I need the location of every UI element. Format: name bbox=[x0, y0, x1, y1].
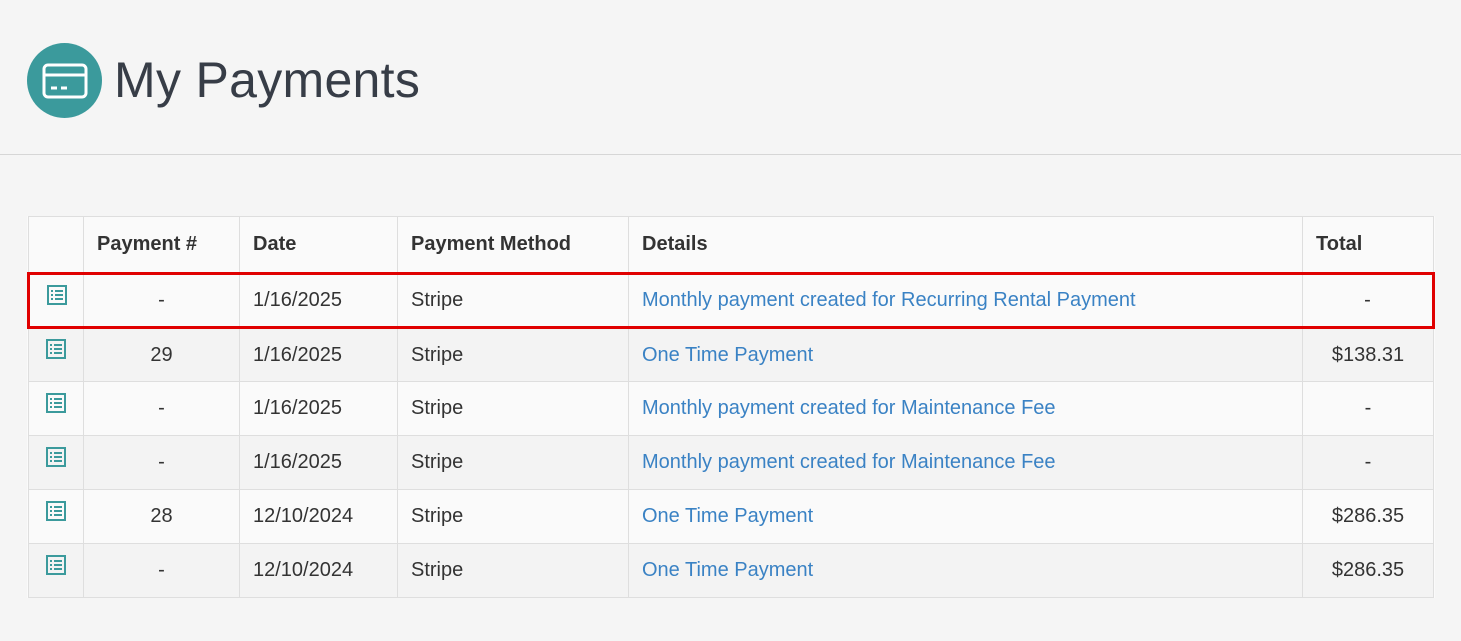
payment-number-cell: - bbox=[83, 543, 240, 598]
payment-method-cell: Stripe bbox=[397, 327, 629, 382]
details-link[interactable]: Monthly payment created for Maintenance … bbox=[642, 397, 1056, 419]
payment-number-cell: - bbox=[83, 435, 240, 490]
total-cell: - bbox=[1302, 272, 1435, 329]
details-cell: Monthly payment created for Maintenance … bbox=[628, 435, 1303, 490]
date-cell: 12/10/2024 bbox=[239, 489, 398, 544]
payment-method-cell: Stripe bbox=[397, 489, 629, 544]
column-header-payment-number: Payment # bbox=[83, 216, 240, 274]
payment-number-cell: - bbox=[83, 381, 240, 436]
date-cell: 1/16/2025 bbox=[239, 327, 398, 382]
table-row: -1/16/2025 Stripe Monthly payment created … bbox=[27, 272, 1435, 329]
total-cell: $286.35 bbox=[1302, 543, 1434, 598]
date-cell: 1/16/2025 bbox=[239, 435, 398, 490]
date-cell: 1/16/2025 bbox=[239, 381, 398, 436]
row-details-cell[interactable] bbox=[28, 543, 84, 598]
row-details-cell[interactable] bbox=[28, 489, 84, 544]
details-link[interactable]: One Time Payment bbox=[642, 559, 813, 581]
details-link[interactable]: Monthly payment created for Recurring Re… bbox=[642, 289, 1136, 311]
list-details-icon[interactable] bbox=[46, 500, 66, 527]
table-row: 28 12/10/2024 Stripe One Time Payment $286.3… bbox=[28, 489, 1434, 544]
payments-table: Payment # Date Payment Method Details To… bbox=[27, 216, 1435, 598]
row-details-cell[interactable] bbox=[28, 435, 84, 490]
column-header-details: Details bbox=[628, 216, 1303, 274]
table-row: 29 1/16/2025 Stripe One Time Payment $138.31 bbox=[28, 327, 1434, 382]
row-details-cell[interactable] bbox=[28, 327, 84, 382]
page-header: My Payments bbox=[0, 0, 1461, 155]
details-link[interactable]: One Time Payment bbox=[642, 505, 813, 527]
list-details-icon[interactable] bbox=[46, 554, 66, 581]
row-details-cell[interactable] bbox=[28, 381, 84, 436]
details-cell: Monthly payment created for Maintenance … bbox=[628, 381, 1303, 436]
total-cell: $138.31 bbox=[1302, 327, 1434, 382]
table-row: -12/10/2024 Stripe One Time Payment $286.35 bbox=[28, 543, 1434, 598]
column-header-icon bbox=[28, 216, 84, 274]
details-cell: One Time Payment bbox=[628, 327, 1303, 382]
details-link[interactable]: One Time Payment bbox=[642, 344, 813, 366]
total-cell: $286.35 bbox=[1302, 489, 1434, 544]
payment-number-cell: 29 bbox=[83, 327, 240, 382]
payment-method-cell: Stripe bbox=[397, 381, 629, 436]
list-details-icon[interactable] bbox=[46, 339, 66, 365]
page-title: My Payments bbox=[114, 52, 421, 108]
list-details-icon[interactable] bbox=[46, 446, 66, 473]
column-header-date: Date bbox=[239, 216, 398, 274]
column-header-total: Total bbox=[1302, 216, 1434, 274]
payment-method-cell: Stripe bbox=[397, 272, 629, 329]
row-details-cell[interactable] bbox=[27, 272, 84, 329]
details-cell: Monthly payment created for Recurring Re… bbox=[628, 272, 1303, 329]
payment-number-cell: - bbox=[83, 272, 240, 329]
list-details-icon[interactable] bbox=[46, 284, 67, 311]
credit-card-icon bbox=[27, 43, 102, 118]
table-row: -1/16/2025 Stripe Monthly payment created … bbox=[28, 381, 1434, 436]
details-cell: One Time Payment bbox=[628, 489, 1303, 544]
table-header-row: Payment # Date Payment Method Details To… bbox=[28, 216, 1434, 274]
total-cell: - bbox=[1302, 435, 1434, 490]
details-link[interactable]: Monthly payment created for Maintenance … bbox=[642, 451, 1056, 473]
list-details-icon[interactable] bbox=[46, 392, 66, 419]
details-cell: One Time Payment bbox=[628, 543, 1303, 598]
table-row: -1/16/2025 Stripe Monthly payment created … bbox=[28, 435, 1434, 490]
date-cell: 1/16/2025 bbox=[239, 272, 398, 329]
column-header-payment-method: Payment Method bbox=[397, 216, 629, 274]
date-cell: 12/10/2024 bbox=[239, 543, 398, 598]
payment-method-cell: Stripe bbox=[397, 435, 629, 490]
total-cell: - bbox=[1302, 381, 1434, 436]
payment-method-cell: Stripe bbox=[397, 543, 629, 598]
payment-number-cell: 28 bbox=[83, 489, 240, 544]
